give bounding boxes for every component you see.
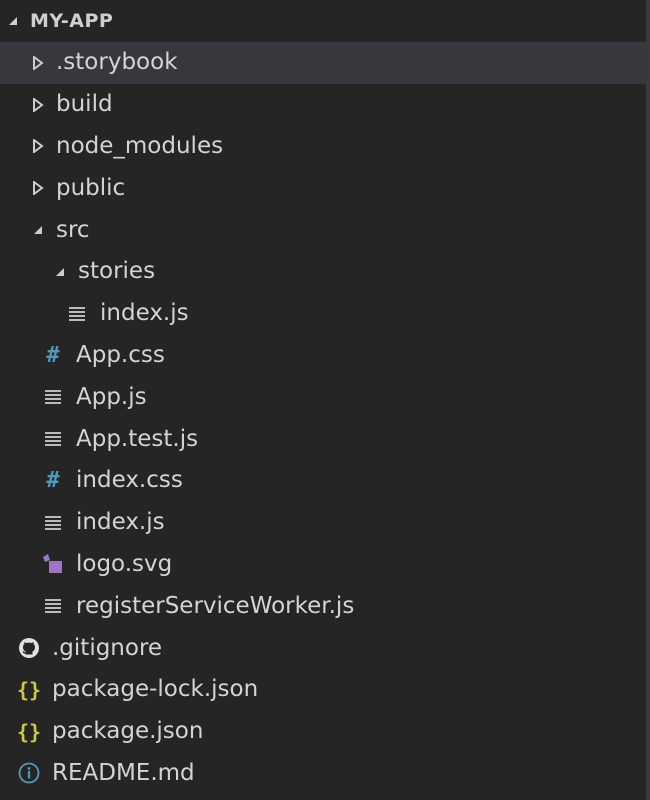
svg-file-icon [42, 552, 64, 576]
tree-file-readme-md[interactable]: README.md [0, 753, 646, 795]
tree-folder-node-modules[interactable]: node_modules [0, 126, 646, 168]
tree-file-index-css[interactable]: # index.css [0, 460, 646, 502]
tree-item-label: .gitignore [52, 634, 163, 661]
lines-icon [42, 427, 64, 451]
tree-item-label: App.test.js [76, 425, 199, 452]
lines-icon [42, 385, 64, 409]
tree-item-label: build [56, 91, 113, 118]
chevron-down-icon [28, 220, 48, 240]
hash-icon: # [46, 468, 60, 494]
tree-item-label: index.css [76, 467, 183, 494]
tree-item-label: public [56, 174, 126, 201]
chevron-right-icon [28, 178, 48, 198]
tree-file-gitignore[interactable]: .gitignore [0, 627, 646, 669]
tree-item-label: node_modules [56, 132, 224, 159]
tree-file-app-css[interactable]: # App.css [0, 335, 646, 377]
file-tree: .storybook build node_modules public src [0, 42, 646, 794]
chevron-right-icon [28, 53, 48, 73]
lines-icon [66, 302, 88, 326]
chevron-right-icon [28, 136, 48, 156]
tree-file-index-js[interactable]: index.js [0, 502, 646, 544]
tree-file-package-lock-json[interactable]: {} package-lock.json [0, 669, 646, 711]
tree-file-stories-index-js[interactable]: index.js [0, 293, 646, 335]
tree-folder-public[interactable]: public [0, 167, 646, 209]
tree-folder-build[interactable]: build [0, 84, 646, 126]
chevron-right-icon [28, 95, 48, 115]
explorer-section-header[interactable]: MY-APP [0, 0, 646, 42]
chevron-down-icon [50, 262, 70, 282]
lines-icon [42, 511, 64, 535]
tree-item-label: src [56, 216, 90, 243]
tree-item-label: index.js [76, 509, 165, 536]
tree-item-label: .storybook [56, 49, 178, 76]
tree-item-label: logo.svg [76, 550, 173, 577]
lines-icon [42, 594, 64, 618]
tree-folder-stories[interactable]: stories [0, 251, 646, 293]
braces-icon: {} [16, 677, 42, 702]
tree-item-label: stories [78, 258, 156, 285]
tree-item-label: index.js [100, 300, 189, 327]
tree-file-app-js[interactable]: App.js [0, 376, 646, 418]
tree-folder-src[interactable]: src [0, 209, 646, 251]
explorer-title: MY-APP [30, 10, 114, 32]
hash-icon: # [46, 342, 60, 368]
tree-file-package-json[interactable]: {} package.json [0, 711, 646, 753]
tree-item-label: package.json [52, 718, 204, 745]
info-icon [18, 761, 40, 785]
tree-folder-storybook[interactable]: .storybook [0, 42, 646, 84]
file-explorer: MY-APP .storybook build node_modules pub… [0, 0, 650, 800]
tree-item-label: App.css [76, 341, 165, 368]
tree-file-register-service-worker-js[interactable]: registerServiceWorker.js [0, 585, 646, 627]
chevron-down-icon [4, 12, 22, 30]
braces-icon: {} [16, 719, 42, 744]
tree-item-label: package-lock.json [52, 676, 259, 703]
github-icon [18, 636, 40, 660]
tree-file-logo-svg[interactable]: logo.svg [0, 544, 646, 586]
tree-file-app-test-js[interactable]: App.test.js [0, 418, 646, 460]
tree-item-label: App.js [76, 383, 147, 410]
tree-item-label: README.md [52, 759, 195, 786]
tree-item-label: registerServiceWorker.js [76, 592, 355, 619]
